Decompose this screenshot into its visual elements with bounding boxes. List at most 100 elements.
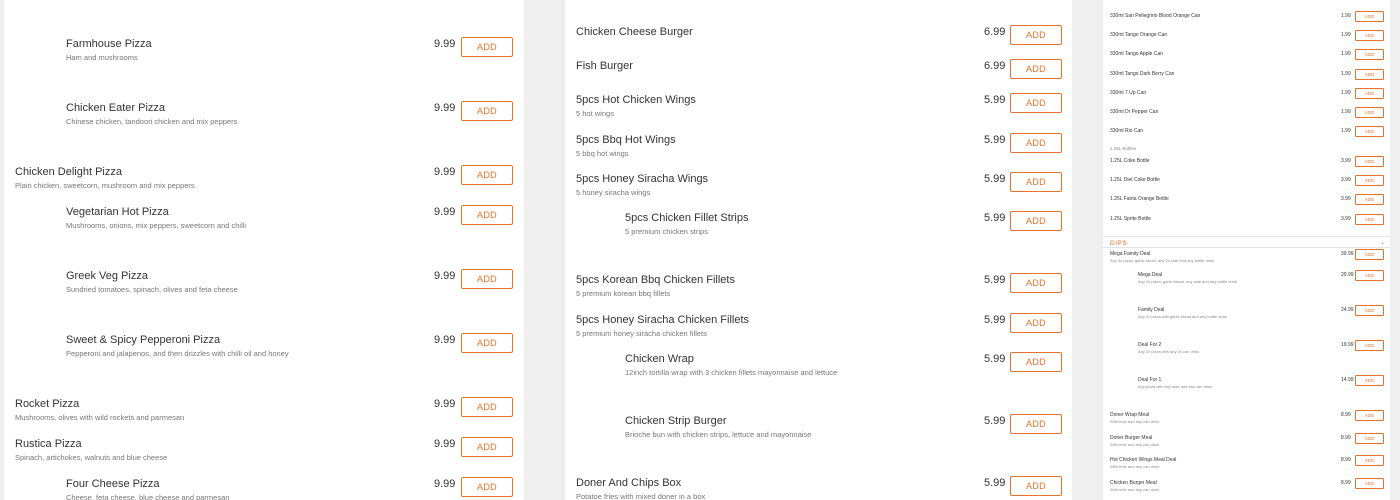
item-name: 5pcs Hot Chicken Wings <box>576 94 696 106</box>
item-description: 5 premium honey siracha chicken fillets <box>576 329 707 338</box>
add-button[interactable]: ADD <box>461 205 513 225</box>
add-button[interactable]: ADD <box>1010 352 1062 372</box>
add-button[interactable]: ADD <box>1010 93 1062 113</box>
item-name: 330ml Tango Orange Can <box>1110 32 1168 39</box>
item-name: 330ml 7 Up Can <box>1110 89 1147 96</box>
item-name: Doner And Chips Box <box>576 477 682 489</box>
add-button[interactable]: ADD <box>1355 30 1384 42</box>
item-price: 3.99 <box>1341 215 1351 222</box>
item-price: 3.99 <box>1341 177 1351 184</box>
item-price: 5.99 <box>984 415 1006 427</box>
menu-item: Chicken Eater Pizza Chinese chicken, tand… <box>4 101 524 138</box>
item-name: Hot Chicken Wings Meal Deal <box>1110 457 1177 463</box>
menu-item: Deal For 2 Any 2x pizza with any 2x can d… <box>1103 340 1390 356</box>
item-name: 330ml Rio Can <box>1110 128 1144 135</box>
add-button[interactable]: ADD <box>1355 87 1384 99</box>
add-button[interactable]: ADD <box>1355 410 1384 421</box>
menu-item: Rocket Pizza Mushrooms, olives with wild … <box>4 397 524 434</box>
menu-item: 5pcs Bbq Hot Wings 5 bbq hot wings 5.99 ADD <box>565 133 1072 170</box>
item-price: 8.99 <box>1341 479 1351 486</box>
item-price: 9.99 <box>434 334 456 346</box>
add-button[interactable]: ADD <box>1355 175 1384 187</box>
item-price: 8.99 <box>1341 457 1351 463</box>
add-button[interactable]: ADD <box>1010 476 1062 496</box>
add-button[interactable]: ADD <box>1355 107 1384 118</box>
add-button[interactable]: ADD <box>1010 133 1062 153</box>
add-button[interactable]: ADD <box>461 165 513 185</box>
item-description: Mushrooms, olives with wild rockets and … <box>15 413 185 422</box>
item-description: With fries and any can drink <box>1110 441 1160 447</box>
add-button[interactable]: ADD <box>1355 249 1384 260</box>
item-name: 330ml San Pellegrino Blood Orange Can <box>1110 13 1201 19</box>
item-description: Sundried tomatoes, spinach, olives and f… <box>66 285 238 294</box>
menu-item: Mega Deal Any 2x pizza, garlic bread, any… <box>1103 270 1390 286</box>
menu-item: Doner And Chips Box Potatoe fries with mi… <box>565 476 1072 500</box>
add-button[interactable]: ADD <box>1355 11 1384 22</box>
add-button[interactable]: ADD <box>1355 156 1384 167</box>
dips-category-header[interactable]: DIPS ⌄ <box>1103 236 1390 248</box>
item-description: Any 2x pizza with garlic bread and any b… <box>1138 314 1227 319</box>
add-button[interactable]: ADD <box>1355 340 1384 351</box>
add-button[interactable]: ADD <box>1010 313 1062 333</box>
item-name: Greek Veg Pizza <box>66 270 148 282</box>
chevron-down-icon[interactable]: ⌄ <box>1380 239 1385 246</box>
add-button[interactable]: ADD <box>1355 126 1384 138</box>
menu-item: Farmhouse Pizza Ham and mushrooms 9.99 ADD <box>4 37 524 74</box>
add-button[interactable]: ADD <box>1355 477 1384 489</box>
item-price: 9.99 <box>434 102 456 114</box>
item-price: 6.99 <box>984 60 1006 72</box>
add-button[interactable]: ADD <box>1355 455 1384 466</box>
add-button[interactable]: ADD <box>1010 414 1062 434</box>
add-button[interactable]: ADD <box>1355 270 1384 281</box>
item-description: With fries and any can drink <box>1110 464 1160 469</box>
add-button[interactable]: ADD <box>461 333 513 353</box>
menu-item: Greek Veg Pizza Sundried tomatoes, spinac… <box>4 269 524 306</box>
add-button[interactable]: ADD <box>1010 211 1062 231</box>
menu-item: 330ml Tango Orange Can 1.99 ADD <box>1103 30 1390 46</box>
add-button[interactable]: ADD <box>1355 432 1384 444</box>
item-price: 8.99 <box>1341 434 1351 441</box>
add-button[interactable]: ADD <box>1010 273 1062 293</box>
add-button[interactable]: ADD <box>461 397 513 417</box>
item-name: Chicken Strip Burger <box>625 415 727 427</box>
menu-item: 1.25L Diet Coke Bottle 3.99 ADD <box>1103 175 1390 191</box>
add-button[interactable]: ADD <box>1355 305 1384 316</box>
item-price: 5.99 <box>984 134 1006 146</box>
item-name: 5pcs Honey Siracha Wings <box>576 173 709 185</box>
add-button[interactable]: ADD <box>1355 49 1384 61</box>
item-price: 5.99 <box>984 477 1006 489</box>
add-button[interactable]: ADD <box>461 477 513 497</box>
add-button[interactable]: ADD <box>461 37 513 57</box>
item-name: 330ml Tango Dark Berry Can <box>1110 70 1175 77</box>
item-price: 1.99 <box>1341 51 1351 58</box>
add-button[interactable]: ADD <box>461 269 513 289</box>
add-button[interactable]: ADD <box>1355 194 1384 206</box>
add-button[interactable]: ADD <box>1010 25 1062 45</box>
menu-item: Family Deal Any 2x pizza with garlic brea… <box>1103 305 1390 321</box>
add-button[interactable]: ADD <box>1355 213 1384 225</box>
item-price: 6.99 <box>984 26 1006 38</box>
item-name: 5pcs Bbq Hot Wings <box>576 134 676 146</box>
menu-item: Chicken Cheese Burger 6.99 ADD <box>565 25 1072 62</box>
item-description: Ham and mushrooms <box>66 53 138 62</box>
item-description: Any 2x pizza with any 2x can drink <box>1138 349 1200 354</box>
item-name: Four Cheese Pizza <box>66 478 160 490</box>
add-button[interactable]: ADD <box>1355 375 1384 386</box>
menu-item: Rustica Pizza Spinach, artichokes, walnut… <box>4 437 524 474</box>
add-button[interactable]: ADD <box>1355 68 1384 80</box>
menu-item: 5pcs Hot Chicken Wings 5 hot wings 5.99 ADD <box>565 93 1072 130</box>
add-button[interactable]: ADD <box>1010 59 1062 79</box>
menu-item: Four Cheese Pizza Cheese, feta cheese, bl… <box>4 477 524 500</box>
drinks-deals-menu-panel: 330ml San Pellegrino Blood Orange Can 1.9… <box>1103 0 1390 500</box>
add-button[interactable]: ADD <box>461 437 513 457</box>
menu-item: 330ml Rio Can 1.99 ADD <box>1103 126 1390 142</box>
item-price: 5.99 <box>984 314 1006 326</box>
item-description: Any 3x pizza, garlic bread, any 2x side … <box>1110 258 1215 263</box>
add-button[interactable]: ADD <box>1010 172 1062 192</box>
menu-item: 1.25L Coke Bottle 3.99 ADD <box>1103 156 1390 172</box>
add-button[interactable]: ADD <box>461 101 513 121</box>
burgers-wings-menu-panel: Chicken Cheese Burger 6.99 ADD Fish Burger 6… <box>565 0 1072 500</box>
item-price: 5.99 <box>984 212 1006 224</box>
item-price: 3.99 <box>1341 158 1351 164</box>
menu-item: Chicken Delight Pizza Plain chicken, swee… <box>4 165 524 202</box>
